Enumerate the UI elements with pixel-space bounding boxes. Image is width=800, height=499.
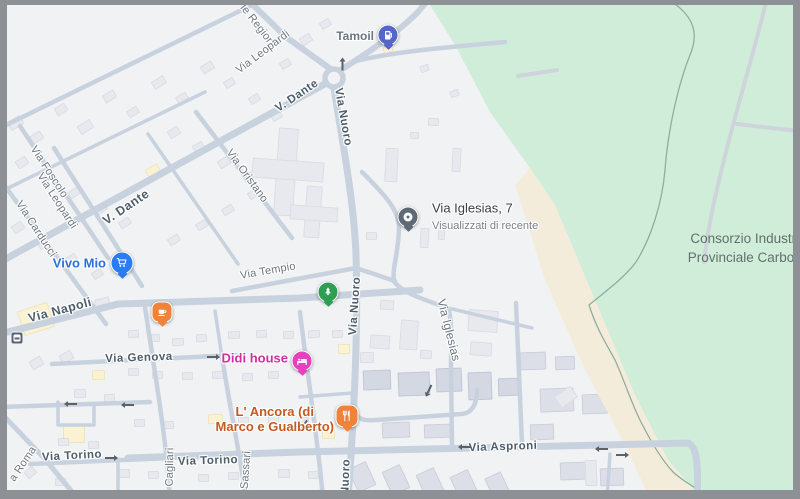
area-label-line2: Provinciale Carbonia <box>660 248 800 267</box>
tree-icon <box>322 286 335 299</box>
lodging-marker-didi-house[interactable] <box>292 351 313 372</box>
gas-station-marker-tamoil[interactable] <box>378 25 399 46</box>
street-label-via-torino-right: Via Torino <box>178 454 239 468</box>
area-label-consorzio: Consorzio Industrial Provinciale Carboni… <box>660 229 800 267</box>
oneway-arrow-icon <box>125 404 134 406</box>
poi-label-vivo-mio[interactable]: Vivo Mio <box>53 256 106 271</box>
map-canvas[interactable]: le Regioni Via Leopardi V. Dante Via Nuo… <box>0 0 800 499</box>
bed-icon <box>296 355 309 368</box>
window-border-top <box>0 0 800 5</box>
poi-label-ancora-line1: L' Ancora (di <box>216 404 334 419</box>
oneway-arrow-icon <box>105 457 114 459</box>
oneway-arrow-icon <box>342 62 344 71</box>
cafe-marker[interactable] <box>152 302 173 323</box>
restaurant-marker-ancora[interactable] <box>336 405 359 428</box>
street-label-via-asproni: Via Asproni <box>468 440 537 454</box>
oneway-arrow-icon <box>68 403 77 405</box>
poi-label-ancora-line2: Marco e Gualberto) <box>216 419 334 434</box>
bus-stop-icon[interactable] <box>11 332 24 345</box>
poi-label-tamoil[interactable]: Tamoil <box>336 29 374 43</box>
shop-marker-vivo-mio[interactable] <box>111 252 134 275</box>
recent-place-subtitle: Visualizzati di recente <box>432 220 538 232</box>
fork-knife-icon <box>341 410 354 423</box>
window-border-right <box>793 0 800 499</box>
poi-label-ancora[interactable]: L' Ancora (di Marco e Gualberto) <box>216 404 334 434</box>
recent-place-title[interactable]: Via Iglesias, 7 <box>432 201 513 216</box>
window-border-bottom <box>0 490 800 499</box>
street-label-cagliari: Cagliari <box>164 447 177 486</box>
shopping-cart-icon <box>116 257 129 270</box>
poi-label-didi-house[interactable]: Didi house <box>222 351 288 366</box>
area-label-line1: Consorzio Industrial <box>660 229 800 248</box>
oneway-arrow-icon <box>207 356 216 358</box>
oneway-arrow-icon <box>616 454 625 456</box>
park-marker[interactable] <box>318 282 339 303</box>
oneway-arrow-icon <box>462 446 471 448</box>
coffee-cup-icon <box>156 306 168 318</box>
street-label-via-genova: Via Genova <box>105 351 173 365</box>
oneway-arrow-icon <box>599 448 608 450</box>
window-border-left <box>0 0 7 499</box>
gas-pump-icon <box>382 29 394 41</box>
recent-place-dot-icon <box>404 213 413 222</box>
recent-place-marker[interactable] <box>398 207 419 228</box>
